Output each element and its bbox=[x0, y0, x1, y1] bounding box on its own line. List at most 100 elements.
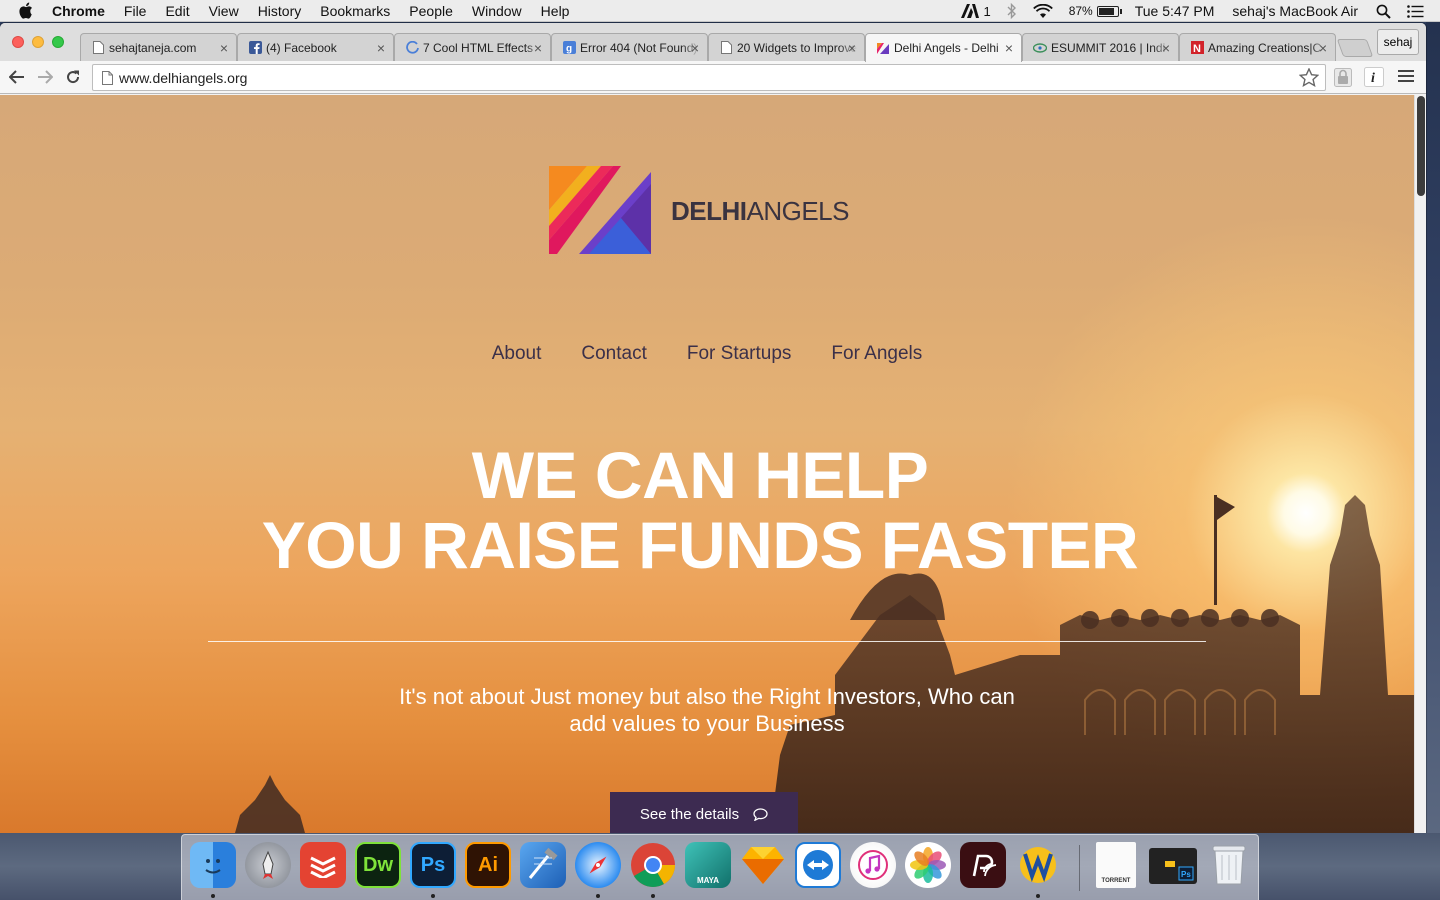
menu-people[interactable]: People bbox=[409, 3, 453, 19]
tab-title: ESUMMIT 2016 | Indi bbox=[1051, 40, 1166, 55]
maya-icon[interactable]: MAYA bbox=[685, 842, 731, 888]
adobe-cc-icon bbox=[961, 4, 980, 18]
chrome-menu-button[interactable] bbox=[1398, 70, 1414, 85]
tab-title: 20 Widgets to Improve bbox=[737, 40, 857, 55]
chrome-icon[interactable] bbox=[630, 842, 676, 888]
new-tab-button[interactable] bbox=[1336, 39, 1374, 57]
tab-title: sehajtaneja.com bbox=[109, 40, 197, 55]
apple-icon[interactable] bbox=[18, 2, 36, 20]
menu-window[interactable]: Window bbox=[472, 3, 522, 19]
menu-bookmarks[interactable]: Bookmarks bbox=[320, 3, 390, 19]
address-bar[interactable]: www.delhiangels.org bbox=[92, 64, 1326, 91]
xcode-icon[interactable] bbox=[520, 842, 566, 888]
browser-toolbar: www.delhiangels.org i bbox=[0, 61, 1426, 94]
itunes-icon[interactable] bbox=[850, 842, 896, 888]
tab-title: Amazing Creations|C bbox=[1208, 40, 1322, 55]
trash-icon[interactable] bbox=[1206, 842, 1252, 888]
nav-about[interactable]: About bbox=[492, 343, 542, 365]
photoshop-icon[interactable]: Ps bbox=[410, 842, 456, 888]
hero-headline: WE CAN HELP YOU RAISE FUNDS FASTER bbox=[0, 440, 1400, 580]
profile-button[interactable]: sehaj bbox=[1377, 29, 1419, 55]
photos-icon[interactable] bbox=[905, 842, 951, 888]
tab-close-icon[interactable]: × bbox=[848, 40, 856, 56]
tab-amazing-creations[interactable]: N Amazing Creations|C × bbox=[1179, 33, 1336, 61]
page-scrollbar[interactable] bbox=[1414, 95, 1426, 833]
teamviewer-icon[interactable] bbox=[795, 842, 841, 888]
window-minimize-button[interactable] bbox=[32, 36, 44, 48]
airplay-icon[interactable] bbox=[960, 842, 1006, 888]
menubar-user[interactable]: sehaj's MacBook Air bbox=[1232, 3, 1358, 19]
delhi-angels-logo[interactable] bbox=[549, 166, 651, 254]
bluetooth-icon[interactable] bbox=[1007, 3, 1017, 19]
menu-history[interactable]: History bbox=[258, 3, 302, 19]
weatherbug-running-indicator bbox=[1036, 894, 1040, 898]
tab-close-icon[interactable]: × bbox=[534, 40, 542, 56]
nav-contact[interactable]: Contact bbox=[581, 343, 646, 365]
tab-title: Error 404 (Not Found) bbox=[580, 40, 698, 55]
tab-title: (4) Facebook bbox=[266, 40, 337, 55]
photoshop-running-indicator bbox=[431, 894, 435, 898]
tab-title: 7 Cool HTML Effects bbox=[423, 40, 534, 55]
reload-button[interactable] bbox=[62, 66, 84, 88]
window-zoom-button[interactable] bbox=[52, 36, 64, 48]
tab-close-icon[interactable]: × bbox=[1162, 40, 1170, 56]
tab-error-404[interactable]: g Error 404 (Not Found) × bbox=[551, 33, 708, 61]
battery-status[interactable]: 87% bbox=[1068, 4, 1122, 18]
finder-icon[interactable] bbox=[190, 842, 236, 888]
window-close-button[interactable] bbox=[12, 36, 24, 48]
menu-view[interactable]: View bbox=[209, 3, 239, 19]
delhi-angels-logo-mark-icon bbox=[549, 166, 651, 254]
adobe-cc-status[interactable]: 1 bbox=[961, 3, 991, 19]
dreamweaver-icon[interactable]: Dw bbox=[355, 842, 401, 888]
photoshop-doc-icon[interactable]: Ps bbox=[1149, 848, 1197, 884]
logo-wordmark[interactable]: DELHIANGELS bbox=[671, 196, 849, 227]
menu-help[interactable]: Help bbox=[541, 3, 570, 19]
menu-file[interactable]: File bbox=[124, 3, 147, 19]
extension-info-icon[interactable]: i bbox=[1364, 67, 1384, 87]
tab-close-icon[interactable]: × bbox=[220, 40, 228, 56]
tab-sehajtaneja[interactable]: sehajtaneja.com × bbox=[80, 33, 237, 61]
tab-close-icon[interactable]: × bbox=[1319, 40, 1327, 56]
forward-button[interactable] bbox=[34, 66, 56, 88]
nav-for-angels[interactable]: For Angels bbox=[831, 343, 922, 365]
battery-percent: 87% bbox=[1068, 4, 1093, 18]
page-icon bbox=[91, 41, 105, 55]
tab-close-icon[interactable]: × bbox=[377, 40, 385, 56]
bookmark-star-icon[interactable] bbox=[1298, 67, 1320, 90]
tab-widgets[interactable]: 20 Widgets to Improve × bbox=[708, 33, 865, 61]
spotlight-search-icon[interactable] bbox=[1376, 4, 1391, 19]
utorrent-file-icon[interactable]: TORRENT bbox=[1096, 842, 1136, 888]
extension-lock-icon[interactable] bbox=[1333, 67, 1353, 87]
wifi-icon[interactable] bbox=[1032, 3, 1053, 19]
tab-close-icon[interactable]: × bbox=[1005, 40, 1013, 56]
tab-esummit[interactable]: ESUMMIT 2016 | Indi × bbox=[1022, 33, 1179, 61]
url-text: www.delhiangels.org bbox=[119, 69, 248, 86]
launchpad-icon[interactable] bbox=[245, 842, 291, 888]
todoist-icon[interactable] bbox=[300, 842, 346, 888]
sketch-icon[interactable] bbox=[740, 842, 786, 888]
tab-delhi-angels[interactable]: Delhi Angels - Delhi × bbox=[865, 33, 1022, 62]
menu-edit[interactable]: Edit bbox=[165, 3, 189, 19]
safari-icon[interactable] bbox=[575, 842, 621, 888]
scrollbar-thumb[interactable] bbox=[1417, 96, 1425, 196]
notification-center-icon[interactable] bbox=[1407, 4, 1424, 18]
web-page: DELHIANGELS About Contact For Startups F… bbox=[0, 95, 1414, 833]
hero-divider bbox=[208, 641, 1206, 642]
battery-icon bbox=[1096, 5, 1122, 17]
back-button[interactable] bbox=[6, 66, 28, 88]
tab-title: Delhi Angels - Delhi bbox=[894, 41, 999, 55]
illustrator-icon[interactable]: Ai bbox=[465, 842, 511, 888]
site-navigation: About Contact For Startups For Angels bbox=[0, 343, 1414, 365]
adobe-cc-badge: 1 bbox=[983, 3, 991, 19]
menu-app-chrome[interactable]: Chrome bbox=[52, 3, 105, 19]
see-the-details-button[interactable]: See the details bbox=[610, 792, 798, 833]
arrow-left-icon bbox=[9, 70, 25, 84]
tab-close-icon[interactable]: × bbox=[691, 40, 699, 56]
n-icon: N bbox=[1190, 41, 1204, 55]
nav-for-startups[interactable]: For Startups bbox=[687, 343, 792, 365]
tab-facebook[interactable]: (4) Facebook × bbox=[237, 33, 394, 61]
tab-html-effects[interactable]: 7 Cool HTML Effects × bbox=[394, 33, 551, 61]
weatherbug-icon[interactable] bbox=[1015, 842, 1061, 888]
arrow-right-icon bbox=[37, 70, 53, 84]
menubar-clock[interactable]: Tue 5:47 PM bbox=[1135, 3, 1215, 19]
